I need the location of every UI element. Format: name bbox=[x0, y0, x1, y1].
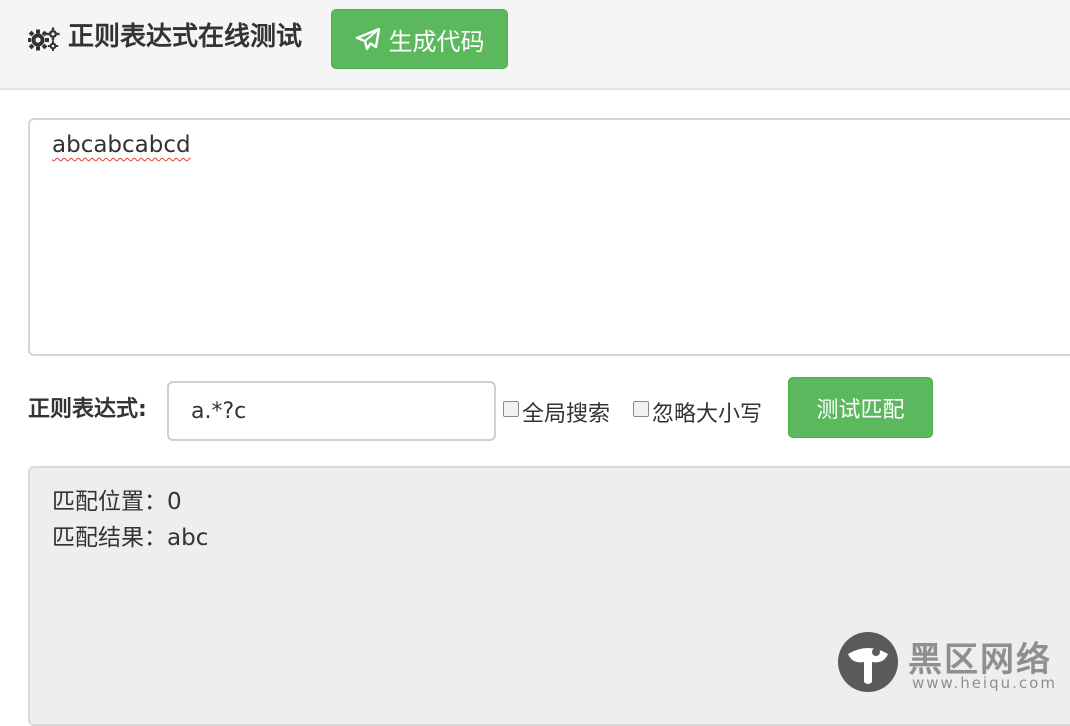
test-match-button[interactable]: 测试匹配 bbox=[788, 377, 933, 438]
page-title: 正则表达式在线测试 bbox=[68, 22, 303, 52]
global-search-option[interactable]: 全局搜索 bbox=[503, 396, 610, 428]
match-result: 匹配结果：abc bbox=[52, 525, 209, 551]
gears-icon bbox=[27, 27, 62, 51]
watermark-url: www.heiqu.com bbox=[912, 674, 1057, 692]
paper-plane-icon bbox=[355, 27, 381, 51]
watermark: 黑区网络 www.heiqu.com bbox=[836, 630, 1070, 698]
ignore-case-checkbox[interactable] bbox=[633, 401, 649, 417]
watermark-logo-icon bbox=[836, 630, 900, 694]
regex-input[interactable] bbox=[167, 381, 496, 441]
generate-code-label: 生成代码 bbox=[388, 27, 485, 56]
global-search-label: 全局搜索 bbox=[522, 402, 611, 427]
page-header: 正则表达式在线测试 生成代码 bbox=[0, 0, 1070, 90]
ignore-case-label: 忽略大小写 bbox=[652, 402, 763, 427]
source-text-input[interactable] bbox=[28, 118, 1070, 356]
match-position: 匹配位置：0 bbox=[52, 489, 182, 515]
generate-code-button[interactable]: 生成代码 bbox=[331, 9, 508, 69]
regex-label: 正则表达式: bbox=[28, 397, 147, 422]
ignore-case-option[interactable]: 忽略大小写 bbox=[633, 396, 762, 428]
global-search-checkbox[interactable] bbox=[503, 401, 519, 417]
